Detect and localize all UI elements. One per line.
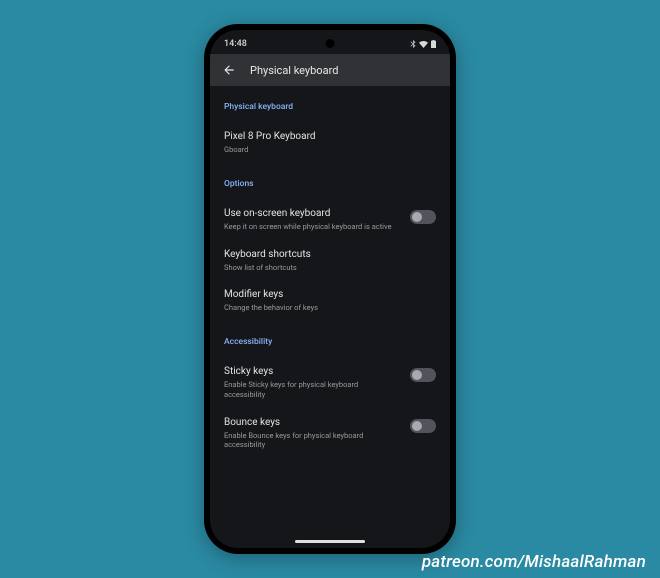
onscreen-keyboard-title: Use on-screen keyboard <box>224 207 400 220</box>
wifi-icon <box>419 41 428 48</box>
keyboard-shortcuts-sub: Show list of shortcuts <box>224 263 436 273</box>
keyboard-shortcuts-row[interactable]: Keyboard shortcuts Show list of shortcut… <box>224 240 436 281</box>
keyboard-device-app: Gboard <box>224 145 436 155</box>
toggle-knob <box>412 421 422 431</box>
bluetooth-icon <box>410 40 416 48</box>
section-heading-options: Options <box>224 179 436 189</box>
keyboard-shortcuts-title: Keyboard shortcuts <box>224 248 436 261</box>
toggle-knob <box>412 370 422 380</box>
bounce-keys-sub: Enable Bounce keys for physical keyboard… <box>224 431 400 451</box>
bounce-keys-toggle[interactable] <box>410 419 436 433</box>
sticky-keys-toggle[interactable] <box>410 368 436 382</box>
status-time: 14:48 <box>224 39 247 49</box>
modifier-keys-title: Modifier keys <box>224 288 436 301</box>
phone-frame: 14:48 Physical keyboard Physical keyboar… <box>204 24 456 554</box>
modifier-keys-sub: Change the behavior of keys <box>224 303 436 313</box>
onscreen-keyboard-sub: Keep it on screen while physical keyboar… <box>224 222 400 232</box>
bounce-keys-row[interactable]: Bounce keys Enable Bounce keys for physi… <box>224 408 436 459</box>
section-heading-accessibility: Accessibility <box>224 337 436 347</box>
sticky-keys-row[interactable]: Sticky keys Enable Sticky keys for physi… <box>224 357 436 408</box>
section-heading-physical: Physical keyboard <box>224 102 436 112</box>
settings-content[interactable]: Physical keyboard Pixel 8 Pro Keyboard G… <box>210 102 450 458</box>
status-icons <box>410 40 436 48</box>
onscreen-keyboard-toggle[interactable] <box>410 210 436 224</box>
header-bar: Physical keyboard <box>210 54 450 86</box>
arrow-left-icon <box>222 63 236 77</box>
modifier-keys-row[interactable]: Modifier keys Change the behavior of key… <box>224 280 436 321</box>
bounce-keys-title: Bounce keys <box>224 416 400 429</box>
footer-credit: patreon.com/MishaalRahman <box>422 552 646 572</box>
toggle-knob <box>412 212 422 222</box>
page-title: Physical keyboard <box>250 64 338 77</box>
back-button[interactable] <box>222 63 236 77</box>
phone-screen: 14:48 Physical keyboard Physical keyboar… <box>210 30 450 548</box>
sticky-keys-sub: Enable Sticky keys for physical keyboard… <box>224 380 400 400</box>
keyboard-device-row[interactable]: Pixel 8 Pro Keyboard Gboard <box>224 122 436 163</box>
camera-hole <box>326 39 335 48</box>
gesture-nav-bar[interactable] <box>295 540 365 543</box>
onscreen-keyboard-row[interactable]: Use on-screen keyboard Keep it on screen… <box>224 199 436 240</box>
battery-icon <box>431 40 436 48</box>
keyboard-device-name: Pixel 8 Pro Keyboard <box>224 130 436 143</box>
sticky-keys-title: Sticky keys <box>224 365 400 378</box>
